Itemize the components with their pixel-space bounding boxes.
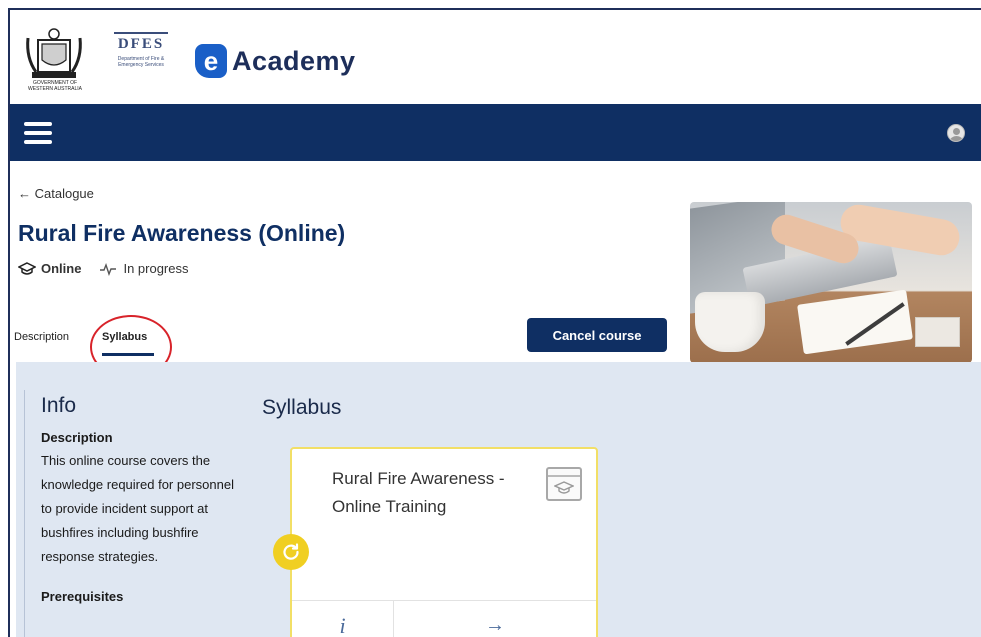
graduation-cap-icon: [18, 261, 36, 275]
active-tab-indicator: [102, 353, 154, 356]
activity-pulse-icon: [100, 262, 117, 276]
e-badge-icon: e: [195, 44, 227, 78]
top-navbar: [10, 104, 981, 161]
delivery-mode: Online: [41, 261, 82, 276]
description-label: Description: [41, 430, 113, 445]
syllabus-heading: Syllabus: [262, 396, 342, 419]
in-progress-refresh-icon: [273, 534, 309, 570]
course-meta: Online In progress: [18, 261, 189, 276]
brand-header: GOVERNMENT OF WESTERN AUSTRALIA DFES Dep…: [10, 10, 981, 102]
module-open-arrow-button[interactable]: →: [394, 601, 596, 637]
info-sidebar: Info Description This online course cove…: [24, 390, 250, 637]
crest-caption: GOVERNMENT OF WESTERN AUSTRALIA: [28, 80, 82, 92]
module-card[interactable]: Rural Fire Awareness - Online Training i…: [290, 447, 598, 637]
description-text: This online course covers the knowledge …: [41, 453, 234, 564]
tab-description[interactable]: Description: [14, 331, 69, 343]
dfes-subtitle: Department of Fire & Emergency Services: [117, 56, 165, 68]
dfes-logo: DFES Department of Fire & Emergency Serv…: [114, 32, 178, 82]
eacademy-logo[interactable]: e Academy: [195, 44, 356, 78]
cancel-course-button[interactable]: Cancel course: [527, 318, 667, 352]
app-frame: GOVERNMENT OF WESTERN AUSTRALIA DFES Dep…: [8, 8, 981, 637]
module-info-button[interactable]: i: [292, 601, 394, 637]
module-card-footer: i →: [292, 600, 596, 637]
dfes-mark: DFES: [114, 32, 168, 53]
page-title: Rural Fire Awareness (Online): [18, 220, 346, 246]
course-hero-image: [690, 202, 972, 363]
info-heading: Info: [41, 394, 77, 417]
menu-icon[interactable]: [24, 122, 52, 144]
module-title: Rural Fire Awareness - Online Training: [332, 469, 505, 516]
tab-syllabus[interactable]: Syllabus: [102, 331, 147, 343]
next-section-label: Prerequisites: [41, 589, 124, 604]
status-badge: In progress: [99, 261, 189, 276]
online-module-icon: [546, 467, 582, 501]
status-text: In progress: [123, 261, 189, 276]
user-avatar-icon[interactable]: [947, 124, 965, 142]
breadcrumb-catalogue-link[interactable]: ← Catalogue: [18, 186, 94, 201]
academy-wordmark: Academy: [232, 45, 356, 76]
